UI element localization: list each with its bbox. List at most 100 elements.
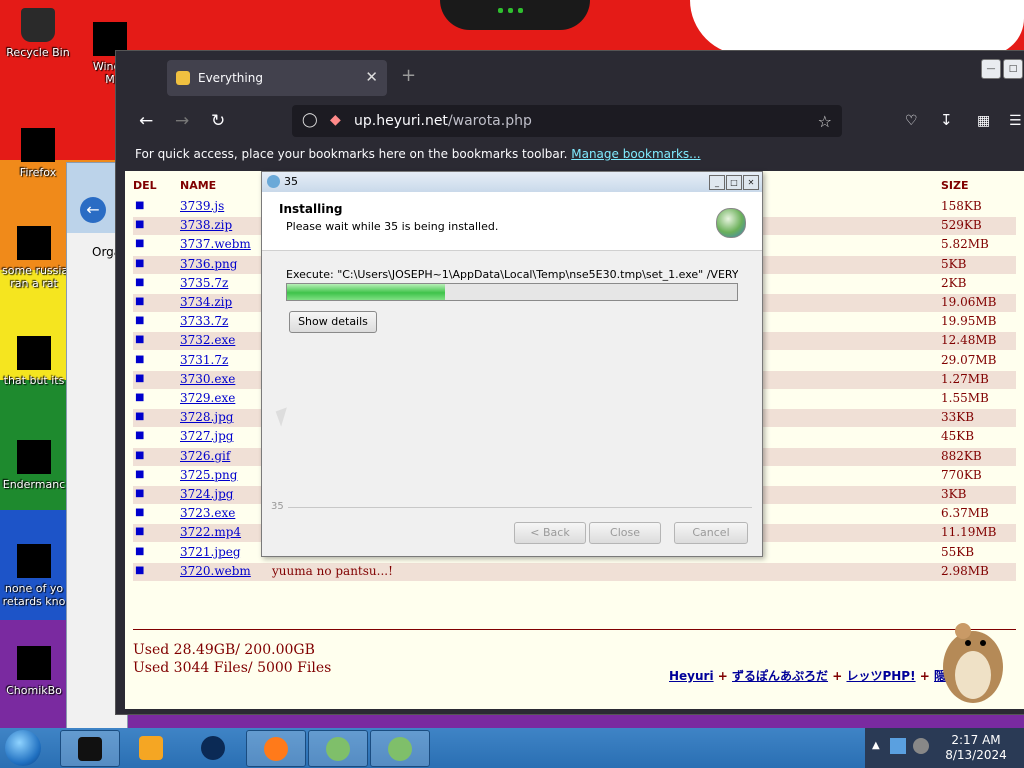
footer-link-zurupon[interactable]: ずるぽんあぷろだ [732, 669, 828, 683]
file-link[interactable]: 3722.mp4 [180, 525, 241, 539]
hamster-image [943, 623, 1003, 703]
file-link[interactable]: 3730.exe [180, 372, 235, 386]
file-size: 1.27MB [941, 371, 989, 386]
close-tab-icon[interactable]: ✕ [365, 68, 378, 86]
file-link[interactable]: 3732.exe [180, 333, 235, 347]
downloads-icon[interactable]: ↧ [940, 111, 953, 129]
desktop-icon-russia[interactable]: some russia ran a rat [2, 226, 68, 290]
file-link[interactable]: 3734.zip [180, 295, 232, 309]
delete-checkbox[interactable]: ■ [135, 526, 144, 537]
file-link[interactable]: 3735.7z [180, 276, 228, 290]
delete-checkbox[interactable]: ■ [135, 546, 144, 557]
clock[interactable]: 2:17 AM 8/13/2024 [938, 733, 1014, 763]
network-icon[interactable] [890, 738, 906, 754]
file-link[interactable]: 3727.jpg [180, 429, 233, 443]
close-button[interactable]: Close [589, 522, 661, 544]
maximize-button[interactable]: □ [1003, 59, 1023, 79]
file-link[interactable]: 3733.7z [180, 314, 228, 328]
pocket-icon[interactable]: ♡ [905, 113, 918, 129]
dialog-close-button[interactable]: ✕ [743, 175, 759, 190]
file-size: 1.55MB [941, 391, 989, 405]
file-link[interactable]: 3729.exe [180, 391, 235, 405]
show-details-button[interactable]: Show details [289, 311, 377, 333]
desktop-icon-label: that but its [3, 374, 65, 387]
delete-checkbox[interactable]: ■ [135, 430, 144, 441]
media-player-icon [139, 736, 163, 760]
delete-checkbox[interactable]: ■ [135, 450, 144, 461]
shield-icon[interactable]: ◯ [302, 112, 318, 128]
delete-checkbox[interactable]: ■ [135, 277, 144, 288]
forward-icon[interactable]: → [175, 111, 189, 131]
file-link[interactable]: 3726.gif [180, 449, 230, 463]
desktop-icon-chomikbox[interactable]: ChomikBo [2, 646, 66, 697]
tab-everything[interactable]: Everything ✕ [167, 60, 387, 96]
file-size: 12.48MB [941, 333, 997, 348]
delete-checkbox[interactable]: ■ [135, 258, 144, 269]
desktop-icon-recycle-bin[interactable]: Recycle Bin [6, 8, 70, 59]
desktop-icon-firefox[interactable]: Firefox [6, 128, 70, 179]
file-link[interactable]: 3736.png [180, 257, 237, 271]
delete-checkbox[interactable]: ■ [135, 469, 144, 480]
volume-icon[interactable] [913, 738, 929, 754]
manage-bookmarks-link[interactable]: Manage bookmarks... [571, 147, 700, 161]
dialog-header: Installing Please wait while 35 is being… [262, 192, 762, 251]
file-link[interactable]: 3724.jpg [180, 487, 233, 501]
file-link[interactable]: 3739.js [180, 199, 224, 213]
footer-link-lets-php[interactable]: レッツPHP! [846, 669, 915, 683]
minimize-button[interactable]: — [981, 59, 1001, 79]
footer-link-heyuri[interactable]: Heyuri [669, 669, 714, 683]
extensions-icon[interactable]: ▦ [977, 113, 990, 129]
url-bar[interactable]: ◯ ◆ up.heyuri.net/warota.php ☆ [292, 105, 842, 137]
file-link[interactable]: 3728.jpg [180, 410, 233, 424]
delete-checkbox[interactable]: ■ [135, 334, 144, 345]
execute-status: Execute: "C:\Users\JOSEPH~1\AppData\Loca… [286, 268, 738, 281]
taskbar-item-firefox[interactable] [246, 730, 306, 767]
nav-bar: ← → ↻ ◯ ◆ up.heyuri.net/warota.php ☆ ♡ ↧… [125, 103, 1024, 139]
taskbar-item-globe[interactable] [184, 730, 242, 765]
file-link[interactable]: 3737.webm [180, 237, 251, 251]
col-header-size: SIZE [941, 179, 969, 192]
dialog-minimize-button[interactable]: _ [709, 175, 725, 190]
taskbar-item-media[interactable] [122, 730, 180, 765]
delete-checkbox[interactable]: ■ [135, 315, 144, 326]
desktop-icon-none-of-you[interactable]: none of yo retards kno [2, 544, 66, 608]
delete-checkbox[interactable]: ■ [135, 373, 144, 384]
delete-checkbox[interactable]: ■ [135, 200, 144, 211]
delete-checkbox[interactable]: ■ [135, 565, 144, 576]
lock-icon[interactable]: ◆ [330, 112, 341, 128]
desktop-icon-that-but[interactable]: that but its [2, 336, 66, 387]
back-arrow-icon[interactable]: ← [80, 197, 106, 223]
new-tab-icon[interactable]: + [401, 65, 416, 86]
cancel-button[interactable]: Cancel [674, 522, 748, 544]
tray-expand-icon[interactable]: ▲ [872, 740, 880, 751]
back-icon[interactable]: ← [139, 111, 153, 131]
file-link[interactable]: 3731.7z [180, 353, 228, 367]
delete-checkbox[interactable]: ■ [135, 354, 144, 365]
installer-dialog: 35 _ □ ✕ Installing Please wait while 35… [261, 171, 763, 557]
taskbar-item-explorer[interactable] [60, 730, 120, 767]
delete-checkbox[interactable]: ■ [135, 507, 144, 518]
file-link[interactable]: 3720.webm [180, 564, 251, 578]
delete-checkbox[interactable]: ■ [135, 392, 144, 403]
bookmark-star-icon[interactable]: ☆ [818, 112, 832, 131]
reload-icon[interactable]: ↻ [211, 111, 225, 131]
delete-checkbox[interactable]: ■ [135, 219, 144, 230]
file-size: 19.06MB [941, 295, 997, 309]
start-button[interactable] [5, 730, 41, 766]
delete-checkbox[interactable]: ■ [135, 238, 144, 249]
taskbar-item-installer-1[interactable] [308, 730, 368, 767]
file-link[interactable]: 3738.zip [180, 218, 232, 232]
taskbar-item-installer-2[interactable] [370, 730, 430, 767]
file-link[interactable]: 3721.jpeg [180, 545, 241, 559]
file-size: 2.98MB [941, 563, 989, 578]
delete-checkbox[interactable]: ■ [135, 296, 144, 307]
menu-icon[interactable]: ☰ [1009, 113, 1022, 129]
back-button[interactable]: < Back [514, 522, 586, 544]
file-link[interactable]: 3725.png [180, 468, 237, 482]
file-size: 3KB [941, 487, 967, 501]
desktop-icon-endermanch[interactable]: Endermanc [2, 440, 66, 491]
file-link[interactable]: 3723.exe [180, 506, 235, 520]
dialog-maximize-button[interactable]: □ [726, 175, 742, 190]
delete-checkbox[interactable]: ■ [135, 488, 144, 499]
delete-checkbox[interactable]: ■ [135, 411, 144, 422]
